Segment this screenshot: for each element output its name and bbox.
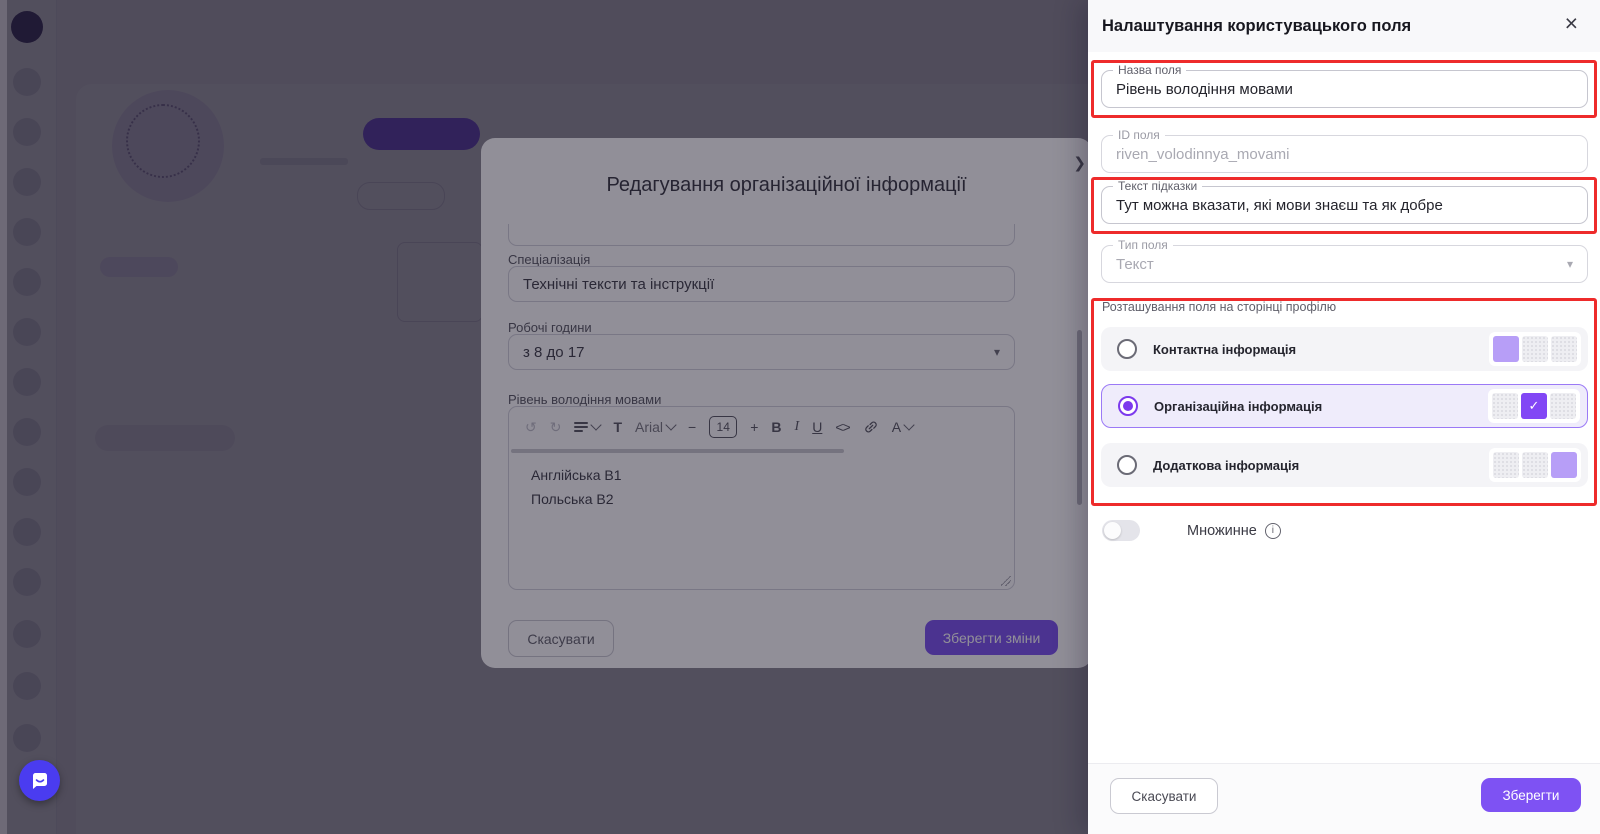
radio-unchecked[interactable] — [1117, 339, 1137, 359]
panel-cancel-button[interactable]: Скасувати — [1110, 778, 1218, 814]
radio-checked[interactable] — [1118, 396, 1138, 416]
field-id-label: ID поля — [1113, 128, 1165, 142]
option-label: Організаційна інформація — [1154, 398, 1323, 414]
field-type-label: Тип поля — [1113, 238, 1173, 252]
option-label: Додаткова інформація — [1153, 457, 1300, 473]
caret-down-icon: ▾ — [1566, 257, 1573, 271]
info-icon[interactable]: i — [1264, 522, 1281, 539]
chat-widget-button[interactable] — [19, 760, 60, 801]
field-name-label: Назва поля — [1113, 63, 1187, 77]
panel-save-button[interactable]: Зберегти — [1481, 778, 1581, 812]
column-block — [1493, 452, 1519, 478]
panel-title: Налаштування користувацького поля — [1102, 17, 1412, 35]
close-icon[interactable]: × — [1565, 12, 1578, 35]
multiple-toggle-row: Множинне i — [1102, 520, 1281, 541]
layout-preview — [1489, 448, 1581, 482]
multiple-label: Множинне — [1187, 522, 1257, 539]
field-settings-panel: Налаштування користувацького поля × Назв… — [1088, 0, 1600, 834]
hint-text-value: Тут можна вказати, які мови знаєш та як … — [1116, 196, 1443, 214]
hint-text-label: Текст підказки — [1113, 179, 1203, 193]
column-block — [1522, 452, 1548, 478]
option-label: Контактна інформація — [1153, 341, 1297, 357]
multiple-toggle[interactable] — [1102, 520, 1140, 541]
field-id-input: ID поля riven_volodinnya_movami — [1101, 128, 1588, 173]
field-name-input[interactable]: Назва поля Рівень володіння мовами — [1101, 63, 1588, 108]
chat-bubble-icon — [32, 772, 47, 789]
toggle-knob — [1104, 522, 1121, 539]
hint-text-input[interactable]: Текст підказки Тут можна вказати, які мо… — [1101, 179, 1588, 224]
panel-footer: Скасувати Зберегти — [1088, 763, 1600, 834]
screen: Редагування організаційної інформації ❯ … — [0, 0, 1600, 834]
field-type-value: Текст — [1116, 255, 1154, 273]
field-type-select: Тип поля Текст ▾ — [1101, 238, 1588, 283]
placement-option-additional[interactable]: Додаткова інформація — [1101, 443, 1588, 487]
panel-header: Налаштування користувацького поля × — [1088, 0, 1600, 52]
placement-section-label: Розташування поля на сторінці профілю — [1102, 300, 1337, 314]
window-edge — [0, 0, 7, 834]
column-block-highlighted — [1551, 452, 1577, 478]
layout-preview — [1489, 332, 1581, 366]
field-name-value: Рівень володіння мовами — [1116, 80, 1293, 98]
column-block-checked: ✓ — [1521, 393, 1547, 419]
field-id-value: riven_volodinnya_movami — [1116, 145, 1290, 163]
radio-unchecked[interactable] — [1117, 455, 1137, 475]
column-block — [1550, 393, 1576, 419]
placement-option-contact[interactable]: Контактна інформація — [1101, 327, 1588, 371]
column-block — [1492, 393, 1518, 419]
placement-option-organizational[interactable]: Організаційна інформація ✓ — [1101, 384, 1588, 428]
column-block — [1522, 336, 1548, 362]
check-icon: ✓ — [1528, 398, 1540, 413]
column-block — [1551, 336, 1577, 362]
column-block-highlighted — [1493, 336, 1519, 362]
layout-preview: ✓ — [1488, 389, 1580, 423]
